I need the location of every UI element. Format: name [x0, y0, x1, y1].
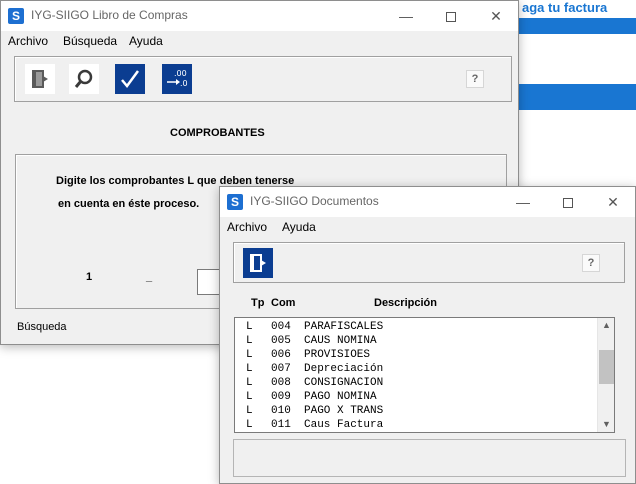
list-item[interactable]: L 004 PARAFISCALES [235, 320, 595, 334]
menu-bar: Archivo Búsqueda Ayuda [1, 31, 518, 53]
svg-text:.0: .0 [180, 79, 188, 88]
section-title: COMPROBANTES [170, 127, 265, 139]
exit-button[interactable] [25, 64, 55, 94]
column-header-descripcion: Descripción [374, 297, 437, 309]
toolbar: ? [233, 242, 625, 283]
row-type: L [246, 349, 253, 361]
menu-ayuda[interactable]: Ayuda [129, 34, 163, 48]
minimize-button[interactable]: — [384, 1, 428, 31]
decimal-button[interactable]: .00 .0 [162, 64, 192, 94]
list-item[interactable]: L 010 PAGO X TRANS [235, 404, 595, 418]
row-code: 008 [271, 377, 291, 389]
row-code: 005 [271, 335, 291, 347]
help-button[interactable]: ? [466, 70, 484, 88]
siigo-app-icon: S [227, 194, 243, 210]
bottom-panel [233, 439, 626, 477]
list-item[interactable]: L 005 CAUS NOMINA [235, 334, 595, 348]
documents-list[interactable]: L 004 PARAFISCALES L 005 CAUS NOMINA L 006 PROVI… [234, 317, 615, 433]
menu-bar: Archivo Ayuda [220, 217, 635, 239]
accept-button[interactable] [115, 64, 145, 94]
background-blue-bar [518, 18, 636, 34]
row-code: 011 [271, 419, 291, 431]
check-icon [115, 64, 145, 94]
help-button[interactable]: ? [582, 254, 600, 272]
background-banner-text: aga tu factura [518, 0, 636, 18]
range-separator: _ [146, 271, 153, 283]
row-code: 010 [271, 405, 291, 417]
menu-busqueda[interactable]: Búsqueda [63, 34, 117, 48]
row-description: Depreciación [304, 363, 384, 375]
maximize-icon [563, 198, 573, 209]
list-rows: L 004 PARAFISCALES L 005 CAUS NOMINA L 006 PROVI… [235, 320, 595, 432]
row-code: 004 [271, 321, 291, 333]
title-bar[interactable]: S IYG-SIIGO Libro de Compras — ✕ [1, 1, 518, 31]
window-title: IYG-SIIGO Libro de Compras [31, 8, 188, 22]
close-button[interactable]: ✕ [474, 1, 518, 31]
row-description: CONSIGNACION [304, 377, 384, 389]
close-button[interactable]: ✕ [591, 187, 635, 217]
list-item[interactable]: L 007 Depreciación [235, 362, 595, 376]
list-item[interactable]: L 006 PROVISIOES [235, 348, 595, 362]
decimal-icon: .00 .0 [162, 64, 192, 94]
row-code: 009 [271, 391, 291, 403]
row-code: 006 [271, 349, 291, 361]
maximize-button[interactable] [546, 187, 590, 217]
list-item[interactable]: L 008 CONSIGNACION [235, 376, 595, 390]
menu-archivo[interactable]: Archivo [227, 220, 267, 234]
instruction-line-2: en cuenta en éste proceso. [58, 198, 200, 210]
row-description: PAGO X TRANS [304, 405, 384, 417]
row-type: L [246, 377, 253, 389]
row-description: PAGO NOMINA [304, 391, 377, 403]
scroll-thumb[interactable] [599, 350, 614, 384]
row-type: L [246, 321, 253, 333]
svg-text:.00: .00 [174, 69, 187, 78]
background-blue-bar-2 [518, 84, 636, 110]
search-icon [69, 64, 99, 94]
maximize-icon [446, 12, 456, 23]
scroll-down-arrow[interactable]: ▼ [598, 417, 614, 432]
minimize-button[interactable]: — [501, 187, 545, 217]
row-description: PROVISIOES [304, 349, 371, 361]
status-text: Búsqueda [17, 321, 67, 333]
menu-ayuda[interactable]: Ayuda [282, 220, 316, 234]
row-description: CAUS NOMINA [304, 335, 377, 347]
column-header-com: Com [271, 297, 296, 309]
row-type: L [246, 363, 253, 375]
row-type: L [246, 335, 253, 347]
title-bar[interactable]: S IYG-SIIGO Documentos — ✕ [220, 187, 635, 217]
row-description: Caus Factura [304, 419, 384, 431]
row-code: 007 [271, 363, 291, 375]
toolbar: .00 .0 ? [14, 56, 512, 102]
menu-archivo[interactable]: Archivo [8, 34, 48, 48]
siigo-app-icon: S [8, 8, 24, 24]
list-item[interactable]: L 009 PAGO NOMINA [235, 390, 595, 404]
exit-icon [25, 64, 55, 94]
row-description: PARAFISCALES [304, 321, 384, 333]
maximize-button[interactable] [429, 1, 473, 31]
window-title: IYG-SIIGO Documentos [250, 194, 379, 208]
exit-icon [243, 248, 273, 278]
row-type: L [246, 391, 253, 403]
exit-button[interactable] [243, 248, 273, 278]
documentos-window: S IYG-SIIGO Documentos — ✕ Archivo Ayuda… [219, 186, 636, 484]
vertical-scrollbar[interactable]: ▲ ▼ [597, 318, 614, 432]
row-type: L [246, 419, 253, 431]
range-from-value: 1 [86, 271, 93, 283]
row-type: L [246, 405, 253, 417]
search-button[interactable] [69, 64, 99, 94]
list-item[interactable]: L 011 Caus Factura [235, 418, 595, 432]
scroll-up-arrow[interactable]: ▲ [598, 318, 614, 333]
column-header-tp: Tp [251, 297, 265, 309]
